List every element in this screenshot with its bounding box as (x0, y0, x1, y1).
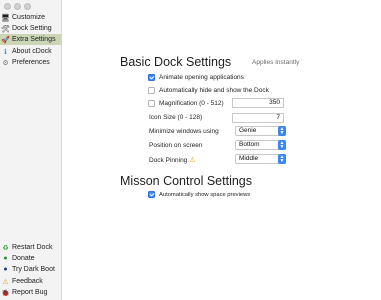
icon-size-label: Icon Size (0 - 128) (149, 114, 203, 121)
sidebar-item-label: Restart Dock (12, 244, 53, 251)
sidebar-item-about-cdock[interactable]: ℹ About cDock (0, 46, 61, 57)
sidebar-item-preferences[interactable]: ⚙ Preferences (0, 57, 61, 68)
monitor-icon: 🖥 (1, 14, 10, 22)
chevron-up-down-icon: ▲ ▼ (278, 126, 286, 136)
sidebar-item-feedback[interactable]: ⚠ Feedback (0, 276, 61, 287)
recycle-icon: ♻ (2, 244, 9, 252)
window-controls (4, 3, 31, 10)
info-icon: ℹ (4, 48, 7, 56)
animate-opening-label: Animate opening applications (159, 74, 244, 81)
chevron-up-down-icon: ▲ ▼ (278, 154, 286, 164)
magnification-row[interactable]: Magnification (0 - 512) (148, 100, 224, 107)
autohide-label: Automatically hide and show the Dock (159, 87, 269, 94)
close-button[interactable] (4, 3, 11, 10)
minimize-label: Minimize windows using (149, 128, 219, 135)
dark-boot-icon: ● (3, 266, 8, 273)
animate-opening-checkbox[interactable] (148, 74, 155, 81)
chevron-up-down-icon: ▲ ▼ (278, 140, 286, 150)
donate-icon: ● (3, 255, 8, 262)
dock-pinning-label: Dock Pinning (149, 156, 188, 164)
minimize-select-value: Genie (239, 127, 257, 134)
dock-pinning-select[interactable]: Middle ▲ ▼ (235, 154, 286, 164)
space-previews-row[interactable]: Automatically show space previews (148, 191, 250, 198)
magnification-input[interactable]: 350 (232, 98, 284, 108)
position-select-value: Bottom (239, 141, 260, 148)
space-previews-checkbox[interactable] (148, 191, 155, 198)
autohide-row[interactable]: Automatically hide and show the Dock (148, 87, 269, 94)
position-label: Position on screen (149, 142, 203, 149)
bug-icon: 🐞 (1, 289, 10, 297)
warning-icon: ⚠ (2, 278, 9, 286)
sidebar-item-label: Dock Setting (12, 25, 52, 32)
sidebar-item-label: Extra Settings (12, 36, 56, 43)
animate-opening-row[interactable]: Animate opening applications (148, 74, 244, 81)
minimize-button[interactable] (14, 3, 21, 10)
sidebar-item-label: Preferences (12, 59, 50, 66)
position-select[interactable]: Bottom ▲ ▼ (235, 140, 286, 150)
sidebar-item-dock-setting[interactable]: 🛠 Dock Setting (0, 23, 61, 34)
sidebar-item-label: Try Dark Boot (12, 266, 55, 273)
tools-icon: 🛠 (1, 25, 10, 33)
dock-pinning-row: Dock Pinning ⚠ (149, 156, 196, 165)
icon-size-input[interactable]: 7 (232, 113, 284, 123)
sidebar-item-label: Donate (12, 255, 35, 262)
autohide-checkbox[interactable] (148, 87, 155, 94)
applies-instantly-hint: Applies Instantly (252, 59, 300, 66)
sidebar-item-restart-dock[interactable]: ♻ Restart Dock (0, 242, 61, 253)
warning-icon: ⚠ (189, 157, 196, 164)
sidebar-item-try-dark-boot[interactable]: ● Try Dark Boot (0, 264, 61, 275)
sidebar-item-extra-settings[interactable]: 🚀 Extra Settings (0, 34, 61, 45)
sidebar: 🖥 Customize 🛠 Dock Setting 🚀 Extra Setti… (0, 0, 62, 300)
space-previews-label: Automatically show space previews (159, 191, 251, 198)
gear-icon: ⚙ (2, 59, 9, 67)
zoom-button[interactable] (24, 3, 31, 10)
sidebar-item-label: Feedback (12, 278, 43, 285)
sidebar-item-report-bug[interactable]: 🐞 Report Bug (0, 287, 61, 298)
magnification-checkbox[interactable] (148, 100, 155, 107)
app-window: 🖥 Customize 🛠 Dock Setting 🚀 Extra Setti… (0, 0, 381, 300)
sidebar-item-label: Report Bug (12, 289, 48, 296)
rocket-icon: 🚀 (1, 36, 10, 44)
sidebar-item-label: Customize (12, 14, 46, 21)
sidebar-item-label: About cDock (12, 48, 52, 55)
minimize-select[interactable]: Genie ▲ ▼ (235, 126, 286, 136)
basic-settings-title: Basic Dock Settings (120, 55, 232, 69)
mission-control-title: Misson Control Settings (120, 174, 253, 188)
magnification-label: Magnification (0 - 512) (159, 100, 224, 107)
sidebar-item-donate[interactable]: ● Donate (0, 253, 61, 264)
dock-pinning-select-value: Middle (239, 155, 259, 162)
sidebar-item-customize[interactable]: 🖥 Customize (0, 12, 61, 23)
